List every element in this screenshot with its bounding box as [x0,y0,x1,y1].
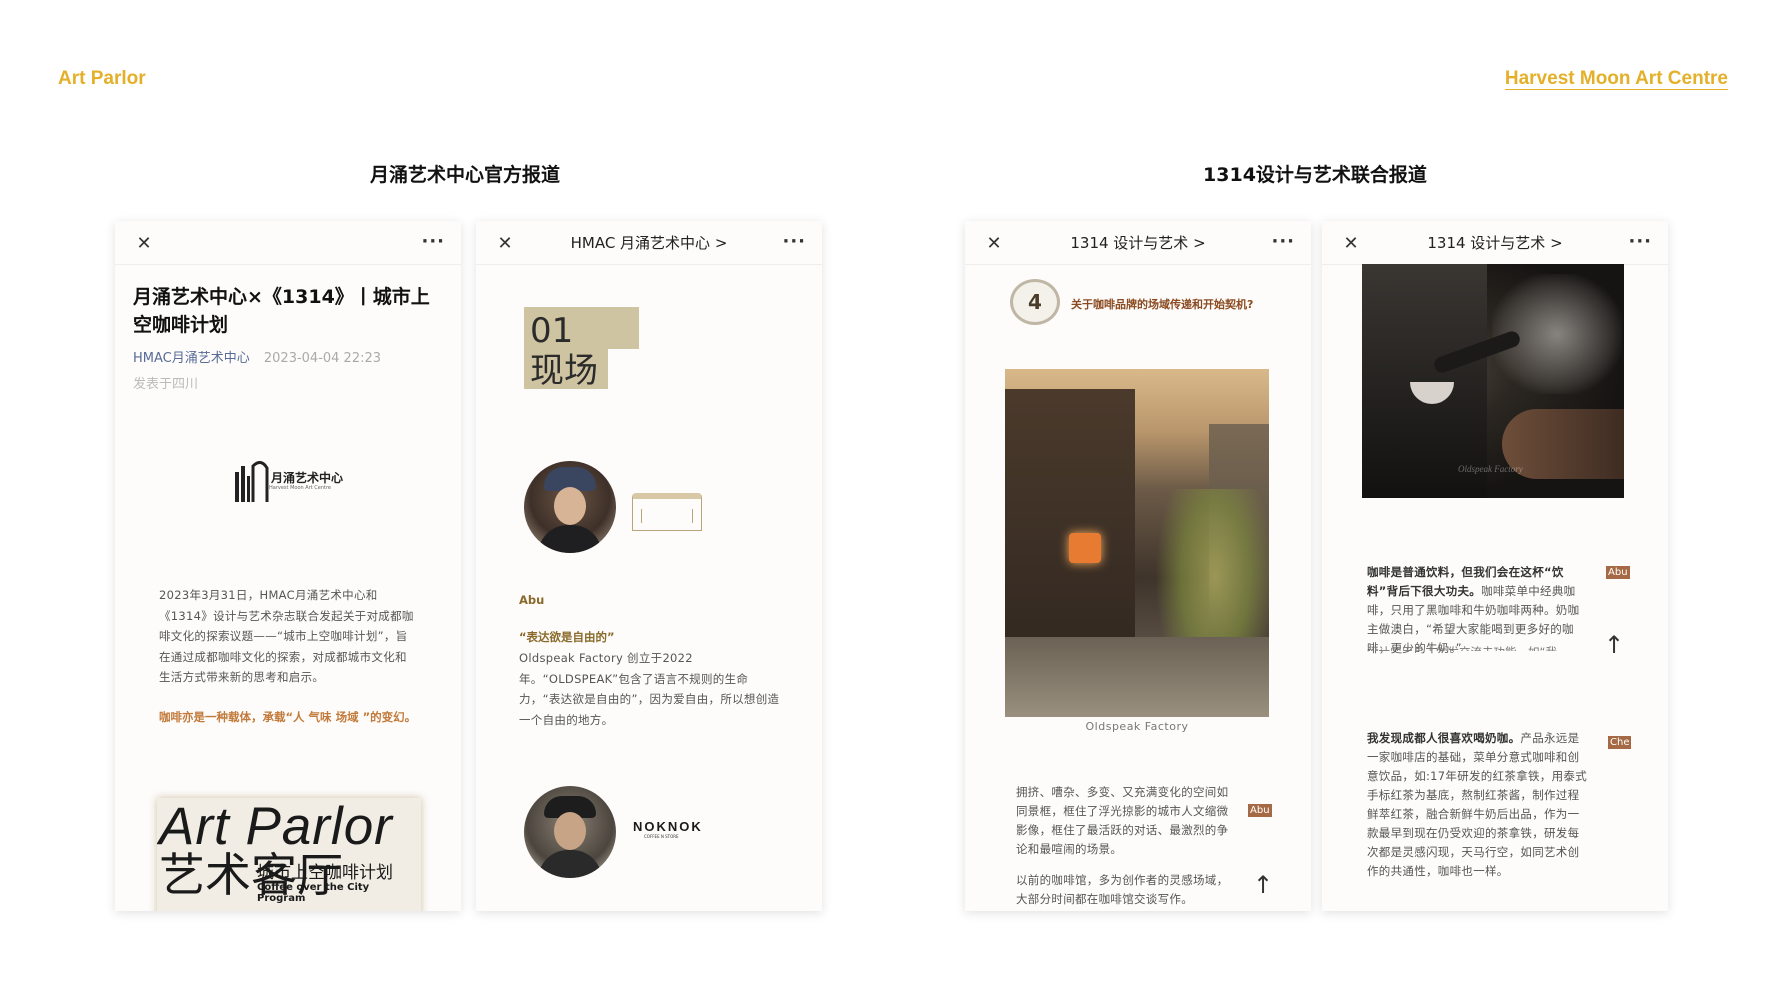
photo-caption: Oldspeak Factory [1085,720,1189,733]
close-icon[interactable]: ✕ [494,232,516,254]
photo-watermark: Oldspeak Factory [1458,464,1523,474]
section-title-official: 月涌艺术中心官方报道 [369,164,560,186]
noknok-logo: NOKNOK [633,819,703,834]
article-body-continued: 以前的咖啡馆，多为创作者的灵感场域，大部分时间都在咖啡馆交谈写作。 [1016,873,1229,906]
speaker-tag: Abu [1248,804,1272,817]
oldspeak-street-photo [1005,369,1269,717]
more-icon[interactable]: ··· [782,231,806,252]
coffee-cup-icon: 4 [1010,279,1060,325]
account-title-link[interactable]: 1314 设计与艺术 > [1070,232,1205,253]
speaker-name: Abu [519,593,545,607]
speaker-tag: Che [1608,736,1632,749]
barista-avatar [524,786,616,878]
question-number: 4 [1028,290,1042,314]
poster-program-en: Coffee over the City Program [257,882,370,904]
more-icon[interactable]: ··· [1628,231,1652,252]
phone-top-bar: ✕ ··· [115,221,461,265]
phone-top-bar: ✕ HMAC 月涌艺术中心 > ··· [476,221,822,265]
cursor-icon: ↑ [1604,631,1625,659]
close-icon[interactable]: ✕ [983,232,1005,254]
more-icon[interactable]: ··· [421,231,445,252]
article-meta: HMAC月涌艺术中心 2023-04-04 22:23 [133,347,381,366]
publish-location: 发表于四川 [133,377,199,392]
article-body: 2023年3月31日，HMAC月涌艺术中心和《1314》设计与艺术杂志联合发起关… [159,588,414,684]
article-body-cut: 设计师用具去触发交流去功能，如“我 [1367,643,1587,651]
art-parlor-label: Art Parlor [58,68,146,89]
account-title-link[interactable]: HMAC 月涌艺术中心 > [571,232,728,253]
phone-screen-1314-a: ✕ 1314 设计与艺术 > ··· 4 关于咖啡品牌的场域传递和开始契机? O… [965,221,1311,911]
noknok-subtitle: COFFEE N STORE [644,834,679,839]
art-parlor-poster: Art Parlor 艺术客厅 城市上空咖啡计划 Coffee over the… [157,798,421,911]
cursor-icon: ↑ [1253,871,1274,899]
close-icon[interactable]: ✕ [1340,232,1362,254]
espresso-machine-photo: Oldspeak Factory [1362,264,1624,498]
phone-screen-hmac: ✕ HMAC 月涌艺术中心 > ··· 01 现场 Abu “表达欲是自由的” … [476,221,822,911]
poster-program-cn: 城市上空咖啡计划 [257,863,393,883]
article-body-second: 我发现成都人很喜欢喝奶咖。产品永远是一家咖啡店的基础，菜单分意式咖啡和创意饮品，… [1367,729,1587,881]
phone-screen-1314-b: ✕ 1314 设计与艺术 > ··· Oldspeak Factory 咖啡是普… [1322,221,1668,911]
hmac-logo-mark-icon [235,461,269,502]
oldspeak-shop-sketch [632,493,702,531]
section-title-joint: 1314设计与艺术联合报道 [1203,164,1427,186]
phone-top-bar: ✕ 1314 设计与艺术 > ··· [1322,221,1668,265]
section-heading: 01 现场 [530,311,598,391]
hmac-logo: 月涌艺术中心 Harvest Moon Art Centre [233,456,348,506]
speaker-avatar [524,461,616,553]
section-number: 01 [530,311,574,351]
logo-subtext: Harvest Moon Art Centre [269,485,332,491]
article-title: 月涌艺术中心×《1314》丨城市上空咖啡计划 [133,286,430,336]
logo-text: 月涌艺术中心 [271,471,344,485]
quote-title: “表达欲是自由的” [519,630,615,644]
question-heading: 关于咖啡品牌的场域传递和开始契机? [1071,298,1254,311]
account-link[interactable]: HMAC月涌艺术中心 [133,351,250,366]
article-body: 拥挤、嘈杂、多变、又充满变化的空间如同景框，框住了浮光掠影的城市人文缩微影像，框… [1016,785,1229,856]
article-highlight: 咖啡亦是一种载体，承载“人 气味 场域 ”的变幻。 [159,710,417,724]
section-name: 现场 [530,351,598,391]
speaker-tag: Abu [1606,566,1630,579]
close-icon[interactable]: ✕ [133,232,155,254]
harvest-moon-link[interactable]: Harvest Moon Art Centre [1505,68,1728,90]
quote-body: Oldspeak Factory 创立于2022年。“OLDSPEAK”包含了语… [519,651,780,727]
account-title-link[interactable]: 1314 设计与艺术 > [1427,232,1562,253]
more-icon[interactable]: ··· [1271,231,1295,252]
phone-top-bar: ✕ 1314 设计与艺术 > ··· [965,221,1311,265]
body-text: 产品永远是一家咖啡店的基础，菜单分意式咖啡和创意饮品，如:17年研发的红茶拿铁，… [1367,731,1588,878]
body-bold-lead: 我发现成都人很喜欢喝奶咖。 [1367,731,1521,745]
phone-screen-article: ✕ ··· 月涌艺术中心×《1314》丨城市上空咖啡计划 HMAC月涌艺术中心 … [115,221,461,911]
publish-date: 2023-04-04 22:23 [263,351,382,366]
